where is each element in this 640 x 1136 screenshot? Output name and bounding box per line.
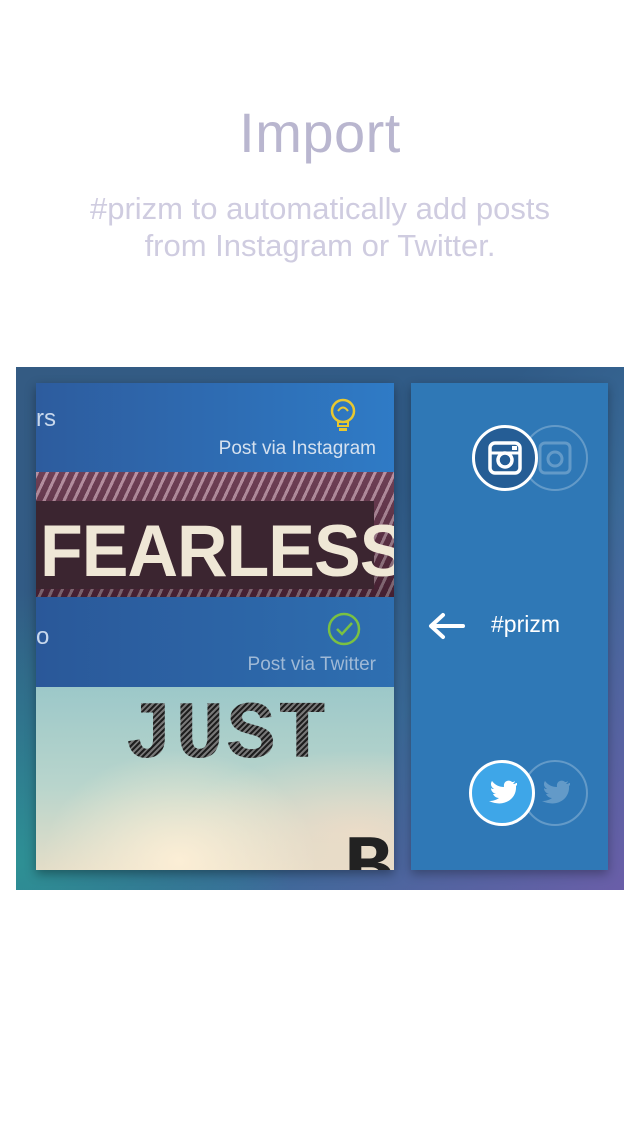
- post-via-instagram-label: Post via Instagram: [218, 438, 376, 459]
- subtitle-line-1: #prizm to automatically add posts: [89, 191, 551, 226]
- hashtag-label: #prizm: [491, 611, 561, 637]
- fearless-banner: FEARLESS: [36, 501, 394, 592]
- import-panel: #prizm: [411, 383, 608, 870]
- page-title: Import: [239, 101, 401, 164]
- image-caption-text: FEARLESS: [40, 510, 394, 592]
- post-header-instagram: rs Post via Instagram: [36, 383, 394, 472]
- arrow-left-icon: [427, 611, 465, 641]
- post-feed: rs Post via Instagram FEARLESS o Post vi…: [36, 383, 394, 870]
- app-preview: rs Post via Instagram FEARLESS o Post vi…: [16, 367, 624, 890]
- subtitle-line-2: from Instagram or Twitter.: [144, 228, 496, 263]
- lightbulb-icon: [329, 398, 357, 434]
- instagram-icon[interactable]: [472, 425, 538, 491]
- image-caption-partial: B: [344, 823, 394, 870]
- post-title-fragment: rs: [36, 405, 56, 432]
- post-header-twitter: o Post via Twitter: [36, 597, 394, 687]
- post-via-twitter-label: Post via Twitter: [247, 654, 376, 675]
- post-title-fragment: o: [36, 623, 50, 650]
- page-subtitle: #prizm to automatically add posts from I…: [40, 190, 600, 264]
- twitter-icon[interactable]: [469, 760, 535, 826]
- image-caption-text: JUST: [124, 689, 329, 782]
- checkmark-icon: [327, 612, 361, 646]
